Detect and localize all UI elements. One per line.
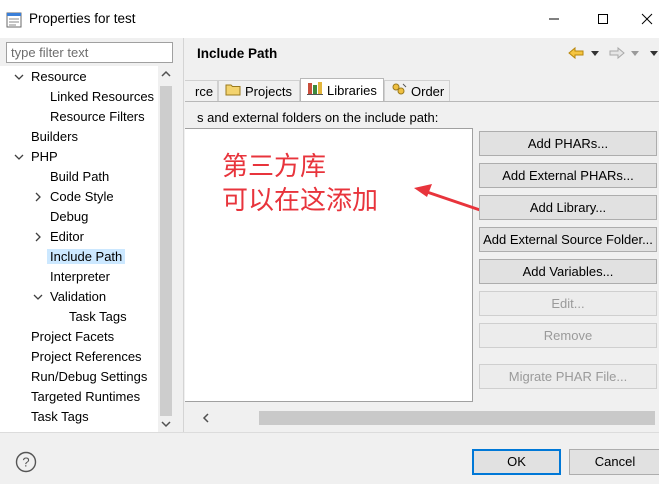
tree-item[interactable]: Resource Filters xyxy=(50,107,145,127)
tree-item[interactable]: Include Path xyxy=(47,247,126,267)
forward-arrow-icon[interactable] xyxy=(607,44,627,62)
tab-label: rce xyxy=(195,83,214,99)
scroll-left-icon[interactable] xyxy=(202,413,210,423)
tree-item-label: Project References xyxy=(31,349,142,364)
window-title: Properties for test xyxy=(29,11,136,26)
back-dropdown-icon[interactable] xyxy=(589,44,601,62)
chevron-down-icon[interactable] xyxy=(12,67,26,87)
tree-item-label: Project Facets xyxy=(31,329,115,344)
back-arrow-icon[interactable] xyxy=(566,44,586,62)
tree-item-label: PHP xyxy=(31,149,58,164)
tree-item[interactable]: Interpreter xyxy=(50,267,110,287)
tab-label: Projects xyxy=(245,83,292,99)
add-library-button[interactable]: Add Library... xyxy=(479,195,657,220)
tree-item-label: Resource Filters xyxy=(50,109,145,124)
pane-divider[interactable] xyxy=(183,38,184,432)
tree-item[interactable]: Project Facets xyxy=(31,327,114,347)
tree-item-label: Editor xyxy=(50,229,84,244)
tab-bar: rce Projects Libraries Order xyxy=(185,78,659,102)
bottom-divider xyxy=(0,432,659,433)
tree-item-label: Code Style xyxy=(50,189,114,204)
chevron-down-icon[interactable] xyxy=(31,287,45,307)
add-phars-button[interactable]: Add PHARs... xyxy=(479,131,657,156)
tree-item-label: Debug xyxy=(50,209,89,224)
order-icon xyxy=(391,82,407,102)
scroll-down-icon[interactable] xyxy=(161,420,171,428)
tree-item[interactable]: Build Path xyxy=(50,167,109,187)
tree-item-label: Interpreter xyxy=(50,269,110,284)
close-icon[interactable] xyxy=(636,9,658,29)
tab-label: Libraries xyxy=(327,82,377,98)
maximize-icon[interactable] xyxy=(592,9,614,29)
tree-item[interactable]: Editor xyxy=(50,227,84,247)
tree-item-label: Validation xyxy=(50,289,107,304)
library-icon xyxy=(307,81,323,101)
chevron-right-icon[interactable] xyxy=(31,227,45,247)
include-path-description: s and external folders on the include pa… xyxy=(197,110,439,125)
folder-icon xyxy=(225,82,241,102)
annotation-line-2: 可以在这添加 xyxy=(222,186,379,216)
tree-item[interactable]: Task Tags xyxy=(31,407,89,427)
tree-item[interactable]: PHP xyxy=(31,147,58,167)
tree-item[interactable]: Builders xyxy=(31,127,78,147)
tree-item-label: Resource xyxy=(31,69,87,84)
tab-libraries[interactable]: Libraries xyxy=(300,78,384,102)
tree-item-label: Run/Debug Settings xyxy=(31,369,148,384)
filter-input[interactable] xyxy=(6,42,173,63)
forward-dropdown-icon[interactable] xyxy=(629,44,641,62)
tab-order[interactable]: Order xyxy=(384,80,450,102)
tree-item[interactable]: Validation xyxy=(50,287,106,307)
annotation-text: 第三方库 可以在这添加 xyxy=(222,150,378,218)
tree-item-label: Build Path xyxy=(50,169,110,184)
tree-item-label: Include Path xyxy=(47,249,126,264)
tab-label: Order xyxy=(411,83,445,99)
add-variables-button[interactable]: Add Variables... xyxy=(479,259,657,284)
migrate-phar-button[interactable]: Migrate PHAR File... xyxy=(479,364,657,389)
view-menu-icon[interactable] xyxy=(648,44,659,62)
minimize-icon[interactable] xyxy=(543,9,565,29)
cancel-button[interactable]: Cancel xyxy=(569,449,659,475)
tree-item[interactable]: Run/Debug Settings xyxy=(31,367,147,387)
chevron-down-icon[interactable] xyxy=(12,147,26,167)
add-external-source-folder-button[interactable]: Add External Source Folder... xyxy=(479,227,657,252)
tree-item[interactable]: Task Tags xyxy=(69,307,127,327)
help-icon[interactable]: ? xyxy=(15,451,37,473)
property-tree[interactable]: Resource Linked Resources Resource Filters… xyxy=(0,66,158,432)
add-external-phars-button[interactable]: Add External PHARs... xyxy=(479,163,657,188)
tree-item[interactable]: Resource xyxy=(31,67,87,87)
tree-item[interactable]: Targeted Runtimes xyxy=(31,387,140,407)
edit-button[interactable]: Edit... xyxy=(479,291,657,316)
tree-item-label: Targeted Runtimes xyxy=(31,389,141,404)
tree-item[interactable]: Debug xyxy=(50,207,88,227)
tree-item-label: Builders xyxy=(31,129,78,144)
remove-button[interactable]: Remove xyxy=(479,323,657,348)
properties-icon xyxy=(6,12,22,28)
tree-item-label: Linked Resources xyxy=(50,89,155,104)
scroll-up-icon[interactable] xyxy=(161,70,171,78)
tree-item[interactable]: Code Style xyxy=(50,187,114,207)
chevron-right-icon[interactable] xyxy=(31,187,45,207)
tab-source[interactable]: rce xyxy=(185,80,218,102)
page-title: Include Path xyxy=(197,46,278,61)
list-scroll-thumb[interactable] xyxy=(259,411,655,425)
annotation-arrow-icon xyxy=(414,184,481,212)
annotation-line-1: 第三方库 xyxy=(222,152,327,182)
tab-projects[interactable]: Projects xyxy=(218,80,300,102)
title-bar: Properties for test xyxy=(0,0,659,38)
ok-button[interactable]: OK xyxy=(472,449,561,475)
tree-item-label: Task Tags xyxy=(69,309,127,324)
tree-item[interactable]: Linked Resources xyxy=(50,87,154,107)
tree-item-label: Task Tags xyxy=(31,409,89,424)
tree-item[interactable]: Project References xyxy=(31,347,142,367)
svg-text:?: ? xyxy=(22,455,29,470)
tree-scroll-thumb[interactable] xyxy=(160,86,172,416)
tab-divider xyxy=(185,101,659,102)
